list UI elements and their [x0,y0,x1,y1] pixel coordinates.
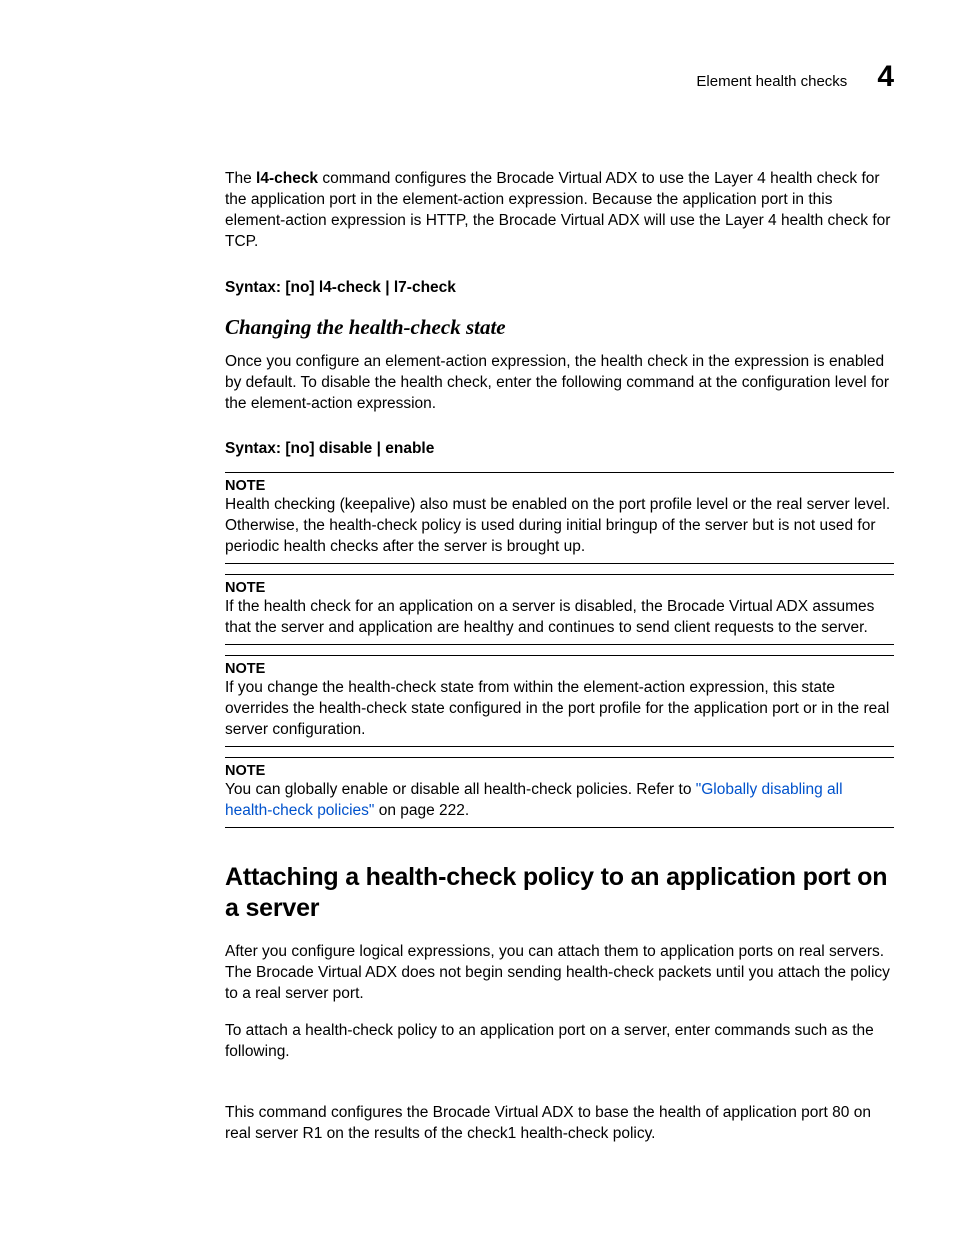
heading-attaching-policy: Attaching a health-check policy to an ap… [225,862,894,925]
text: The [225,170,256,187]
note-label: NOTE [225,763,894,779]
paragraph-l4check: The l4-check command configures the Broc… [225,169,894,253]
page: Element health checks 4 The l4-check com… [0,0,954,1235]
note-label: NOTE [225,478,894,494]
paragraph-attach-2: To attach a health-check policy to an ap… [225,1021,894,1063]
running-header: Element health checks 4 [225,60,894,94]
syntax-line-2: Syntax: [no] disable | enable [225,440,894,458]
text: on page 222. [374,802,469,819]
note-1: NOTE Health checking (keepalive) also mu… [225,472,894,564]
note-label: NOTE [225,661,894,677]
syntax-body: [no] disable | enable [285,440,434,457]
note-2: NOTE If the health check for an applicat… [225,574,894,645]
note-3: NOTE If you change the health-check stat… [225,655,894,747]
text: command configures the Brocade Virtual A… [225,170,890,250]
note-4: NOTE You can globally enable or disable … [225,757,894,828]
section-title: Element health checks [696,73,847,90]
note-label: NOTE [225,580,894,596]
syntax-body: [no] l4-check | l7-check [285,279,456,296]
text: You can globally enable or disable all h… [225,781,696,798]
paragraph-changing-state: Once you configure an element-action exp… [225,352,894,415]
paragraph-attach-3: This command configures the Brocade Virt… [225,1103,894,1145]
chapter-number: 4 [877,60,894,94]
syntax-label: Syntax: [225,279,285,296]
syntax-line-1: Syntax: [no] l4-check | l7-check [225,279,894,297]
note-body: If the health check for an application o… [225,597,894,639]
note-body: If you change the health-check state fro… [225,678,894,741]
note-body: You can globally enable or disable all h… [225,780,894,822]
command-name: l4-check [256,170,318,187]
paragraph-attach-1: After you configure logical expressions,… [225,942,894,1005]
heading-changing-state: Changing the health-check state [225,315,894,340]
note-body: Health checking (keepalive) also must be… [225,495,894,558]
syntax-label: Syntax: [225,440,285,457]
